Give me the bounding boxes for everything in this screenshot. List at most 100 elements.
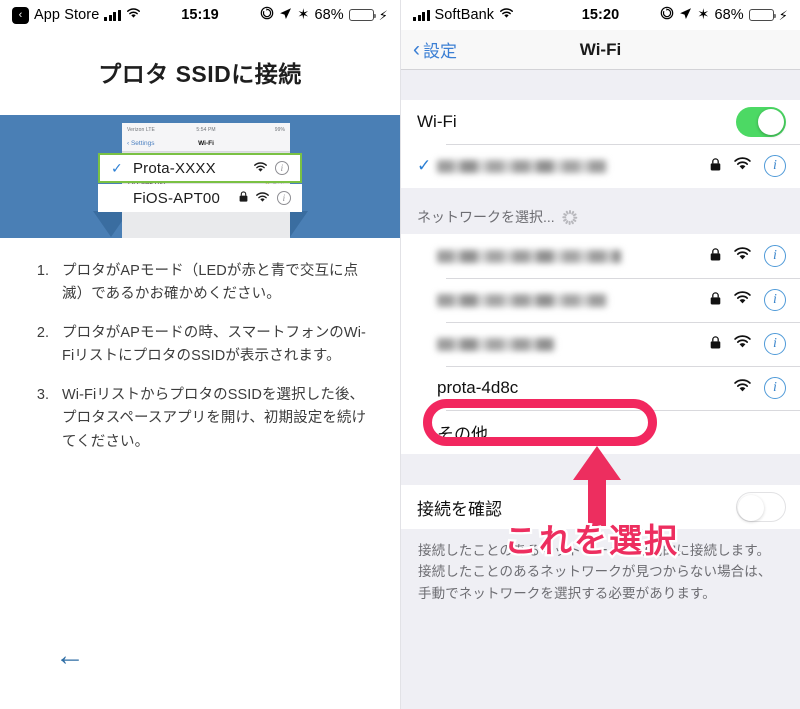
wifi-toggle-label: Wi-Fi <box>417 112 457 131</box>
info-icon[interactable]: i <box>764 333 786 355</box>
step-text: プロタがAPモードの時、スマートフォンのWi-FiリストにプロタのSSIDが表示… <box>62 324 366 365</box>
right-status-bar: SoftBank 15:20 ✶ 68% ⚡ <box>401 0 800 30</box>
battery-percent-label: 68% <box>714 7 744 23</box>
nav-title: Wi-Fi <box>579 39 622 59</box>
hero-phone-time: 5:54 PM <box>196 126 216 133</box>
battery-icon <box>348 9 377 21</box>
annotation-callout-text-label: これを選択 <box>502 520 680 562</box>
right-panel-wifi-settings: SoftBank 15:20 ✶ 68% ⚡ ‹ 設定 Wi-Fi Wi-Fi … <box>400 0 800 709</box>
wifi-signal-icon <box>733 335 752 353</box>
wifi-status-icon <box>499 7 514 23</box>
wifi-signal-icon <box>733 379 752 397</box>
step-text: プロタがAPモード（LEDが赤と青で交互に点滅）であるかお確かめください。 <box>62 263 359 303</box>
wifi-toggle-group: Wi-Fi ✓ i <box>401 100 800 188</box>
navigation-bar: ‹ 設定 Wi-Fi <box>401 30 800 70</box>
connected-network-icons: i <box>710 155 786 177</box>
step-number: 1. <box>36 263 49 279</box>
wifi-signal-icon <box>733 157 752 175</box>
status-bar-right-group: ✶ 68% ⚡ <box>260 6 388 24</box>
left-panel-onboarding: ‹ App Store 15:19 ✶ 68% ⚡ プロタ SSIDに接続 Ve… <box>0 0 400 709</box>
hero-phone-carrier: Verizon LTE <box>127 126 155 133</box>
charging-bolt-icon: ⚡ <box>378 7 388 23</box>
group-spacer <box>401 70 800 100</box>
hero-phone-status-bar: Verizon LTE 5:54 PM 99% <box>122 123 290 136</box>
info-icon[interactable]: i <box>764 289 786 311</box>
ask-to-join-control-wrap <box>736 492 786 522</box>
instruction-step: 1. プロタがAPモード（LEDが赤と青で交互に点滅）であるかお確かめください。 <box>28 260 370 307</box>
hero-callout-selected-name: Prota-XXXX <box>132 159 216 177</box>
lock-icon <box>710 292 721 308</box>
network-row-prota[interactable]: prota-4d8c i <box>401 366 800 410</box>
instruction-steps-list: 1. プロタがAPモード（LEDが赤と青で交互に点滅）であるかお確かめください。… <box>28 260 370 454</box>
battery-icon <box>748 9 777 21</box>
status-bar-left-group: SoftBank <box>413 7 514 23</box>
carrier-name: SoftBank <box>434 7 495 23</box>
network-name-redacted <box>437 337 555 351</box>
wifi-signal-icon <box>733 291 752 309</box>
wifi-toggle-row[interactable]: Wi-Fi <box>401 100 800 144</box>
checkmark-icon: ✓ <box>417 156 432 175</box>
instruction-step: 3. Wi-FiリストからプロタのSSIDを選択した後、プロタスペースアプリを開… <box>28 384 370 454</box>
location-arrow-icon <box>279 7 292 24</box>
wifi-toggle-switch[interactable] <box>736 107 786 137</box>
status-bar-right-group: ✶ 68% ⚡ <box>660 6 788 24</box>
info-icon[interactable]: i <box>764 155 786 177</box>
choose-network-section-header: ネットワークを選択... <box>401 188 800 234</box>
hero-phone-nav-title: Wi-Fi <box>198 140 214 147</box>
back-app-name[interactable]: App Store <box>34 7 99 23</box>
wifi-signal-icon <box>733 247 752 265</box>
battery-percent-label: 68% <box>314 7 344 23</box>
hero-callout-other-icons: i <box>239 191 291 205</box>
network-row-icons: i <box>710 289 786 311</box>
left-status-bar: ‹ App Store 15:19 ✶ 68% ⚡ <box>0 0 400 30</box>
lock-icon <box>710 158 721 174</box>
network-row-icons: i <box>733 377 786 399</box>
rotation-lock-icon <box>660 6 674 24</box>
lock-icon <box>710 336 721 352</box>
ask-to-join-label: 接続を確認 <box>417 499 502 519</box>
location-arrow-icon <box>679 7 692 24</box>
network-row[interactable]: i <box>401 234 800 278</box>
back-arrow-icon[interactable]: ← <box>55 641 85 671</box>
lock-icon <box>239 191 248 205</box>
wifi-signal-icon <box>253 161 268 175</box>
hero-illustration: Verizon LTE 5:54 PM 99% ‹ Settings Wi-Fi… <box>0 115 400 238</box>
hero-callout-other-network: FiOS-APT00 i <box>98 184 302 212</box>
available-networks-list: i i i prota-4d8c i その他... <box>401 234 800 454</box>
bluetooth-icon: ✶ <box>297 7 310 23</box>
ask-to-join-switch[interactable] <box>736 492 786 522</box>
status-bar-left-group: ‹ App Store <box>12 6 141 24</box>
other-network-label: その他... <box>437 424 503 444</box>
chevron-left-icon: ‹ <box>413 38 420 61</box>
hero-callout-selected-icons: i <box>253 161 289 175</box>
info-icon: i <box>277 191 291 205</box>
network-row[interactable]: i <box>401 278 800 322</box>
cellular-signal-icon <box>104 9 121 21</box>
rotation-lock-icon <box>260 6 274 24</box>
hero-callout-other-name: FiOS-APT00 <box>133 189 221 207</box>
charging-bolt-icon: ⚡ <box>778 7 788 23</box>
hero-phone-battery: 99% <box>274 126 285 133</box>
network-row-icons: i <box>710 333 786 355</box>
hero-phone-back-label: ‹ Settings <box>127 140 155 147</box>
info-icon[interactable]: i <box>764 377 786 399</box>
back-button-settings[interactable]: ‹ 設定 <box>413 37 457 62</box>
annotation-callout-text: これを選択 <box>502 514 680 562</box>
connected-network-row[interactable]: ✓ i <box>401 144 800 188</box>
back-button-label: 設定 <box>423 42 457 61</box>
connected-network-name-redacted <box>437 159 607 173</box>
info-icon: i <box>275 161 289 175</box>
instruction-step: 2. プロタがAPモードの時、スマートフォンのWi-FiリストにプロタのSSID… <box>28 322 370 369</box>
loading-spinner-icon <box>562 210 578 225</box>
network-name-prota: prota-4d8c <box>437 378 519 397</box>
choose-network-label: ネットワークを選択... <box>417 209 555 225</box>
step-number: 2. <box>36 324 49 341</box>
wifi-toggle-control-wrap <box>736 107 786 137</box>
cellular-signal-icon <box>413 9 430 21</box>
network-row[interactable]: i <box>401 322 800 366</box>
network-name-redacted <box>437 249 621 263</box>
info-icon[interactable]: i <box>764 245 786 267</box>
back-to-app-chip-icon[interactable]: ‹ <box>12 6 29 24</box>
screenshot-root: ‹ App Store 15:19 ✶ 68% ⚡ プロタ SSIDに接続 Ve… <box>0 0 800 709</box>
hero-callout-selected-network: ✓ Prota-XXXX i <box>98 153 302 183</box>
